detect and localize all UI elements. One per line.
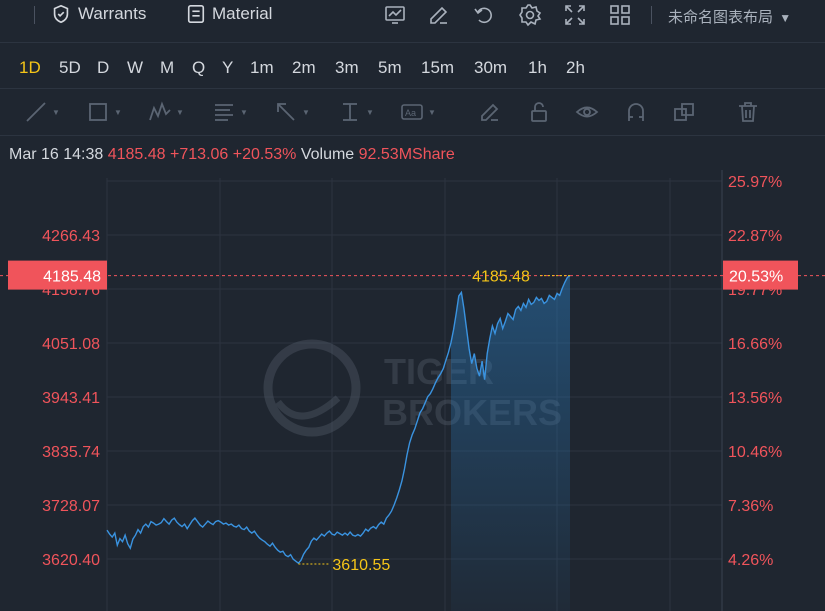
y-left-tick-label: 4266.43	[42, 228, 100, 245]
y-right-tick-label: 16.66%	[728, 336, 782, 353]
period-5m[interactable]: 5m	[378, 58, 402, 78]
price-chart[interactable]: TIGER BROKERS 4266.434158.764051.083943.…	[0, 170, 825, 611]
period-1m[interactable]: 1m	[250, 58, 274, 78]
period-3m[interactable]: 3m	[335, 58, 359, 78]
y-right-tick-label: 7.36%	[728, 498, 773, 515]
lock-icon	[531, 102, 547, 122]
toolbar-separator	[651, 6, 652, 24]
tiger-logo-icon	[263, 339, 361, 437]
period-m[interactable]: M	[160, 58, 174, 78]
high-marker-label: 4185.48	[472, 269, 530, 286]
quote-price: 4185.48	[107, 146, 166, 163]
period-30m[interactable]: 30m	[474, 58, 507, 78]
period-2m[interactable]: 2m	[292, 58, 316, 78]
quote-change: +713.06	[170, 146, 229, 163]
y-right-tick-label: 25.97%	[728, 174, 782, 191]
arrow-icon	[277, 103, 295, 121]
visibility-tool[interactable]	[575, 100, 599, 124]
trend-line-tool[interactable]: ▼	[24, 100, 60, 124]
period-q[interactable]: Q	[192, 58, 205, 78]
fullscreen-icon[interactable]	[563, 3, 587, 27]
period-1d[interactable]: 1D	[19, 58, 41, 78]
fib-icon	[215, 104, 233, 121]
material-label: Material	[212, 4, 273, 23]
indicator-icon[interactable]	[383, 3, 407, 27]
magnet-icon	[628, 103, 644, 121]
tiger-logo-stripe	[275, 395, 341, 420]
drawing-toolbar: ▼ ▼ ▼ ▼ ▼ ▼ Aa ▼	[0, 92, 825, 132]
period-d[interactable]: D	[97, 58, 109, 78]
trash-icon	[739, 102, 757, 122]
svg-text:Aa: Aa	[405, 108, 416, 118]
period-y[interactable]: Y	[222, 58, 233, 78]
divider	[0, 42, 825, 43]
y-left-tick-label: 4051.08	[42, 336, 100, 353]
divider	[0, 135, 825, 136]
y-left-tick-label: 3728.07	[42, 498, 100, 515]
delete-tool[interactable]	[736, 100, 760, 124]
warrants-label: Warrants	[78, 4, 147, 23]
warrants-button[interactable]: Warrants	[50, 3, 146, 25]
pattern-tool[interactable]: ▼	[148, 100, 184, 124]
arrow-tool[interactable]: ▼	[274, 100, 310, 124]
magnet-tool[interactable]	[624, 100, 648, 124]
price-area-fill	[451, 275, 570, 611]
volume-label: Volume	[300, 146, 355, 163]
trend-line-icon	[26, 102, 46, 122]
brush-tool[interactable]	[478, 100, 502, 124]
layers-tool[interactable]	[672, 100, 696, 124]
current-pct-label: 20.53%	[729, 269, 783, 286]
y-left-tick-label: 3835.74	[42, 444, 100, 461]
period-1h[interactable]: 1h	[528, 58, 547, 78]
text-icon: Aa	[401, 104, 423, 120]
layers-icon	[674, 103, 694, 121]
lock-tool[interactable]	[527, 100, 551, 124]
material-icon	[187, 4, 205, 23]
period-selector: 1D 5D D W M Q Y 1m 2m 3m 5m 15m 30m 1h 2h	[0, 50, 825, 84]
undo-icon[interactable]	[472, 3, 496, 27]
chevron-down-icon: ▼	[779, 11, 792, 25]
rectangle-tool[interactable]: ▼	[86, 100, 122, 124]
settings-icon[interactable]	[518, 3, 542, 27]
text-tool[interactable]: Aa ▼	[400, 100, 436, 124]
y-right-tick-label: 10.46%	[728, 444, 782, 461]
grid-layout-icon[interactable]	[608, 3, 632, 27]
current-price-label: 4185.48	[43, 269, 101, 286]
divider	[0, 88, 825, 89]
period-5d[interactable]: 5D	[59, 58, 81, 78]
material-button[interactable]: Material	[186, 3, 272, 25]
eye-icon	[575, 106, 599, 118]
y-left-tick-label: 3620.40	[42, 552, 100, 569]
quote-change-pct: +20.53%	[232, 146, 297, 163]
layout-name-label: 未命名图表布局	[668, 9, 774, 26]
quote-info-bar: Mar 16 14:38 4185.48 +713.06 +20.53% Vol…	[9, 146, 455, 164]
period-15m[interactable]: 15m	[421, 58, 454, 78]
y-right-tick-label: 13.56%	[728, 390, 782, 407]
toolbar-separator	[34, 6, 35, 24]
low-marker-label: 3610.55	[332, 557, 390, 574]
y-right-tick-label: 4.26%	[728, 552, 773, 569]
period-2h[interactable]: 2h	[566, 58, 585, 78]
pattern-icon	[149, 101, 171, 121]
layout-selector[interactable]: 未命名图表布局 ▼	[668, 6, 791, 27]
edit-icon[interactable]	[427, 3, 451, 27]
top-toolbar: Warrants Material 未命名图表布局 ▼	[0, 0, 825, 32]
fib-tool[interactable]: ▼	[212, 100, 248, 124]
brush-icon	[481, 103, 499, 121]
warrants-icon	[53, 4, 69, 24]
measure-icon	[343, 103, 357, 121]
y-left-tick-label: 3943.41	[42, 390, 100, 407]
rectangle-icon	[89, 103, 107, 121]
measure-tool[interactable]: ▼	[338, 100, 374, 124]
quote-datetime: Mar 16 14:38	[9, 146, 104, 163]
period-w[interactable]: W	[127, 58, 143, 78]
y-right-tick-label: 22.87%	[728, 228, 782, 245]
volume-value: 92.53MShare	[358, 146, 455, 163]
